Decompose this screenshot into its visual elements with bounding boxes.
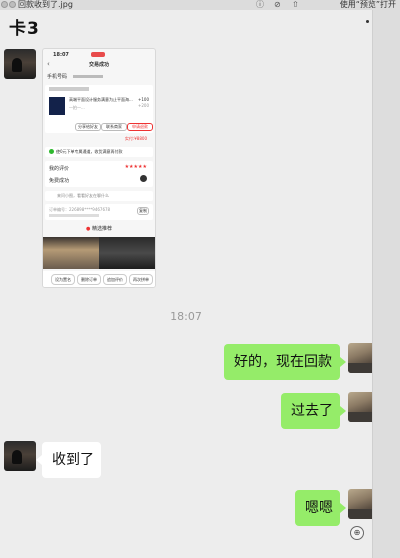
shot-product-thumb bbox=[49, 97, 65, 115]
shot-product-card: 高端平面设计服务满意为止平面海... 一拍一... +100 +200 分享给好… bbox=[45, 85, 153, 133]
my-avatar[interactable] bbox=[348, 489, 372, 519]
bubble-tail bbox=[340, 503, 346, 513]
shot-back-icon: ‹ bbox=[47, 60, 50, 68]
shot-price1: +100 bbox=[138, 97, 149, 102]
zoom-icon[interactable]: ⊕ bbox=[350, 526, 364, 540]
info-icon[interactable]: ⓘ bbox=[256, 0, 264, 10]
my-avatar[interactable] bbox=[348, 392, 372, 422]
minimize-button[interactable] bbox=[9, 1, 16, 8]
more-icon[interactable] bbox=[366, 20, 369, 23]
shot-recommend-icon: ● bbox=[86, 226, 91, 232]
shot-shop-name bbox=[49, 87, 89, 91]
shot-total-value: ¥8800 bbox=[134, 136, 147, 141]
shot-help-text: 来问小图，看看好友在聊什么 bbox=[57, 193, 109, 198]
shot-order-label: 订单编号： bbox=[49, 207, 69, 212]
shot-phone-row: 手机号码 bbox=[47, 73, 151, 81]
shot-stars: ★★★★★ bbox=[124, 164, 147, 170]
my-message-bubble[interactable]: 好的，现在回款 bbox=[224, 344, 340, 380]
shot-product-sub: 一拍一... bbox=[69, 105, 85, 110]
my-message-bubble[interactable]: 嗯嗯 bbox=[295, 490, 340, 526]
shot-photo-2 bbox=[99, 237, 155, 269]
shot-product-title: 高端平面设计服务满意为止平面海... bbox=[69, 97, 133, 102]
shot-free-label: 免费成功 bbox=[49, 178, 70, 184]
shot-rating-label: 我的评价 bbox=[49, 166, 70, 172]
my-avatar[interactable] bbox=[348, 343, 372, 373]
shot-help-row: 来问小图，看看好友在聊什么 bbox=[45, 191, 153, 201]
order-screenshot-image[interactable]: 18:07 ‹ 交易成功 手机号码 高端平面设计服务满意为止平面海... 一拍一… bbox=[42, 48, 156, 288]
shot-mini-avatar bbox=[140, 175, 147, 182]
shot-price2: +200 bbox=[138, 103, 149, 108]
shot-rating-card: 我的评价 ★★★★★ 免费成功 bbox=[45, 161, 153, 187]
shot-order-card: 订单编号：226898****9467678 复制 bbox=[45, 204, 153, 220]
close-button[interactable] bbox=[1, 1, 8, 8]
shot-recommend: ● 精选推荐 bbox=[47, 225, 151, 233]
shot-share-button: 分享给好友 bbox=[75, 123, 101, 131]
contact-avatar[interactable] bbox=[4, 49, 36, 79]
shot-pay-note: 使0元下单专属通道，收货满意再付款 bbox=[45, 147, 153, 157]
shot-header-title: 交易成功 bbox=[89, 62, 110, 68]
shot-total-row: 实付:¥8800 bbox=[47, 135, 151, 143]
shot-status-time: 18:07 bbox=[53, 52, 69, 58]
open-with-preview-button[interactable]: 使用“预览”打开 bbox=[340, 0, 396, 10]
shot-action-1: 设为置名 bbox=[51, 274, 75, 285]
shot-blur bbox=[72, 75, 103, 78]
shot-order-no: 226898****9467678 bbox=[69, 207, 111, 212]
shot-red-tag bbox=[91, 52, 105, 57]
shot-action-4: 再次拼单 bbox=[129, 274, 153, 285]
shot-bottom-bar: 设为置名 删除订单 追加评价 再次拼单 bbox=[43, 271, 155, 287]
shot-recommend-photos bbox=[43, 237, 155, 269]
window-title: 回款收到了.jpg bbox=[18, 0, 73, 9]
contact-avatar[interactable] bbox=[4, 441, 36, 471]
shot-photo-1 bbox=[43, 237, 99, 269]
bubble-tail bbox=[340, 357, 346, 367]
markup-icon[interactable]: ⊘ bbox=[274, 0, 281, 10]
shot-pay-note-text: 使0元下单专属通道，收货满意再付款 bbox=[56, 149, 123, 154]
shot-header: ‹ 交易成功 bbox=[43, 59, 155, 69]
shot-action-2: 删除订单 bbox=[77, 274, 101, 285]
bubble-tail bbox=[340, 406, 346, 416]
shot-copy-button: 复制 bbox=[137, 207, 149, 215]
my-message-bubble[interactable]: 过去了 bbox=[281, 393, 340, 429]
shot-refund-button: 申请退款 bbox=[127, 123, 153, 131]
chat-title: 卡3 bbox=[9, 19, 40, 39]
shot-action-3: 追加评价 bbox=[103, 274, 127, 285]
shot-total-label: 实付: bbox=[124, 136, 135, 141]
shot-order-line bbox=[49, 214, 99, 217]
window-edge bbox=[372, 10, 400, 558]
shot-recommend-label: 精选推荐 bbox=[91, 226, 112, 232]
shot-phone-label: 手机号码 bbox=[47, 74, 68, 80]
contact-message-bubble[interactable]: 收到了 bbox=[42, 442, 101, 478]
share-icon[interactable]: ⇧ bbox=[292, 0, 299, 10]
shot-check-icon bbox=[49, 149, 54, 154]
shot-contact-button: 联系商家 bbox=[101, 123, 127, 131]
message-timestamp: 18:07 bbox=[170, 310, 202, 323]
